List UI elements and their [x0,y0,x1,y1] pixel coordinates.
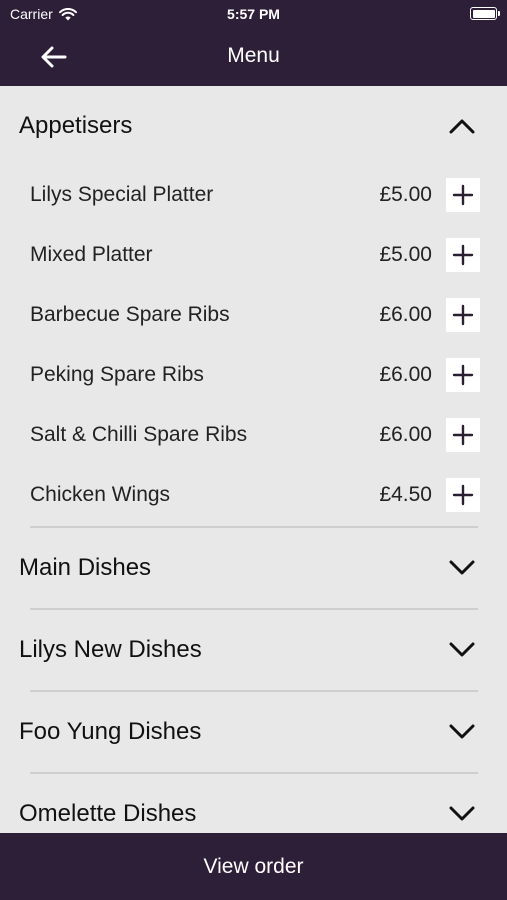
section-title: Main Dishes [19,554,152,581]
add-item-button[interactable] [446,298,480,332]
item-name: Chicken Wings [30,483,171,506]
add-item-button[interactable] [446,358,480,392]
item-name: Mixed Platter [30,243,153,266]
chevron-up-icon [447,112,477,140]
plus-icon [452,304,474,326]
chevron-down-icon [447,636,477,664]
chevron-down-icon [447,718,477,746]
section-title: Omelette Dishes [19,800,197,827]
page-title: Menu [227,44,280,67]
item-name: Lilys Special Platter [30,183,214,206]
plus-icon [452,364,474,386]
item-price: £6.00 [379,303,432,326]
section-header-main-dishes[interactable]: Main Dishes [0,528,507,608]
menu-item: Chicken Wings £4.50 [0,466,507,526]
menu-item: Peking Spare Ribs £6.00 [0,346,507,406]
battery-icon [470,7,500,20]
section-header-foo-yung-dishes[interactable]: Foo Yung Dishes [0,692,507,772]
plus-icon [452,424,474,446]
status-bar: Carrier 5:57 PM [0,0,507,28]
item-name: Salt & Chilli Spare Ribs [30,423,248,446]
section-header-omelette-dishes[interactable]: Omelette Dishes [0,774,507,833]
item-name: Barbecue Spare Ribs [30,303,230,326]
menu-item: Lilys Special Platter £5.00 [0,166,507,226]
plus-icon [452,184,474,206]
appetisers-items: Lilys Special Platter £5.00 Mixed Platte… [0,166,507,526]
plus-icon [452,244,474,266]
section-title: Lilys New Dishes [19,636,202,663]
item-name: Peking Spare Ribs [30,363,204,386]
item-price: £6.00 [379,423,432,446]
section-header-lilys-new-dishes[interactable]: Lilys New Dishes [0,610,507,690]
item-price: £5.00 [379,243,432,266]
add-item-button[interactable] [446,178,480,212]
add-item-button[interactable] [446,478,480,512]
menu-list[interactable]: Appetisers Lilys Special Platter £5.00 M… [0,86,507,833]
chevron-down-icon [447,554,477,582]
item-price: £6.00 [379,363,432,386]
chevron-down-icon [447,800,477,828]
item-price: £5.00 [379,183,432,206]
section-header-appetisers[interactable]: Appetisers [0,86,507,166]
menu-item: Mixed Platter £5.00 [0,226,507,286]
nav-bar: Menu [0,28,507,86]
menu-item: Salt & Chilli Spare Ribs £6.00 [0,406,507,466]
clock: 5:57 PM [227,6,280,22]
add-item-button[interactable] [446,418,480,452]
plus-icon [452,484,474,506]
view-order-button[interactable]: View order [0,833,507,900]
menu-item: Barbecue Spare Ribs £6.00 [0,286,507,346]
item-price: £4.50 [379,483,432,506]
section-title: Foo Yung Dishes [19,718,202,745]
section-title: Appetisers [19,112,133,139]
add-item-button[interactable] [446,238,480,272]
view-order-label: View order [203,854,304,878]
